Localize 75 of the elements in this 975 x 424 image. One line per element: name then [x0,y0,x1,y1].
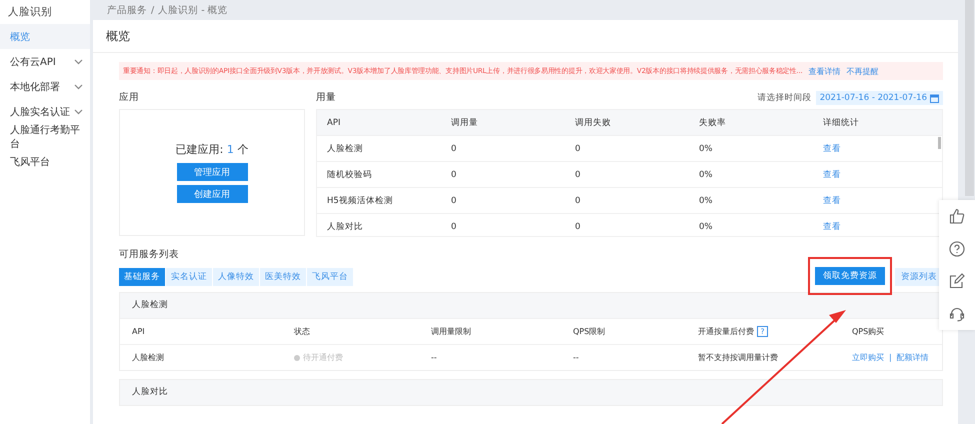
app-button[interactable]: 管理应用 [176,163,248,181]
column-header: 失败率 [698,116,727,128]
sidebar-title: 人脸识别 [7,5,53,20]
status-dot-icon [294,354,300,360]
service-tab[interactable]: 基础服务 [119,268,165,286]
sidebar-item[interactable]: 公有云API [0,49,90,74]
status-text: 待开通付费 [303,352,343,363]
table-cell: -- [573,353,579,362]
sidebar-item[interactable]: 飞风平台 [0,149,90,174]
thumbs-up-icon[interactable] [949,208,965,224]
column-header: QPS限制 [573,326,606,337]
column-header: API [326,118,342,128]
app-button[interactable]: 创建应用 [176,185,248,203]
notice-link[interactable]: 查看详情 [808,66,841,76]
page-title: 概览 [93,20,958,53]
table-cell-text: 0 [574,170,582,180]
section-title: 人脸对比 [120,380,942,405]
help-icon[interactable] [949,240,965,257]
action-link[interactable]: 立即购买 [852,352,884,363]
free-resource-button[interactable]: 领取免费资源 [815,267,885,285]
table-cell-text: 0 [574,144,582,154]
column-header: 详细统计 [822,116,860,128]
section-heading: 用量 [316,91,336,105]
service-tab[interactable]: 实名认证 [166,268,212,286]
table-cell-text: 0 [450,222,458,232]
table-cell-text: 人脸对比 [326,220,364,232]
column-header: 调用失败 [574,116,612,128]
table-cell-text: 0% [698,196,714,206]
table-cell-text: 0% [698,170,714,180]
service-tab[interactable]: 飞风平台 [307,268,353,286]
table-cell: 人脸检测 [132,352,164,363]
service-tab[interactable]: 医美特效 [260,268,306,286]
headset-icon[interactable] [949,306,965,322]
section-heading: 可用服务列表 [119,248,180,262]
sidebar-item[interactable]: 概览 [0,24,90,49]
table-cell-text: 0% [698,144,714,154]
column-header: 开通按量后付费 [698,326,754,337]
sidebar-item[interactable]: 本地化部署 [0,74,90,99]
column-header: 调用量限制 [431,326,471,337]
column-header: 调用量 [450,116,479,128]
date-label: 请选择时间段 [758,92,812,105]
table-cell-text: 人脸检测 [326,142,364,154]
table-cell-text: H5视频活体检测 [326,194,394,206]
view-link[interactable]: 查看 [823,170,841,180]
table-cell-text: 0 [450,144,458,154]
sidebar-item[interactable]: 人脸通行考勤平台 [0,124,90,149]
action-link[interactable]: 配额详情 [896,352,929,363]
edit-icon[interactable] [949,273,965,290]
service-tab[interactable]: 人像特效 [213,268,259,286]
section-title: 人脸检测 [120,293,942,318]
calendar-icon [930,94,939,102]
sidebar-item[interactable]: 人脸实名认证 [0,99,90,124]
breadcrumb-item: / [151,4,154,16]
view-link[interactable]: 查看 [823,144,841,154]
table-cell-text: 0% [698,222,714,232]
table-cell-text: 0 [450,170,458,180]
table-cell-text: 0 [450,196,458,206]
column-header: QPS购买 [852,326,884,337]
table-cell-text: 随机校验码 [326,168,373,180]
scrollbar-thumb[interactable] [938,137,941,149]
section-heading: 应用 [119,91,140,105]
column-header: 状态 [294,326,310,337]
view-link[interactable]: 查看 [823,222,841,232]
table-cell: 暂不支持按调用量计费 [698,352,778,363]
column-header: API [132,327,145,336]
date-range-field[interactable]: 2021-07-16 - 2021-07-16 [816,91,943,105]
breadcrumb-item: 人脸识别 - 概览 [158,4,228,16]
table-cell-text: 0 [574,196,582,206]
app-count: 已建应用: 1 个 [176,142,248,157]
link-separator: | [889,353,892,362]
view-link[interactable]: 查看 [823,196,841,206]
table-cell: -- [431,353,437,362]
notice-link[interactable]: 不再提醒 [846,66,879,76]
table-cell-text: 0 [574,222,582,232]
breadcrumb-item[interactable]: 产品服务 [107,4,147,16]
